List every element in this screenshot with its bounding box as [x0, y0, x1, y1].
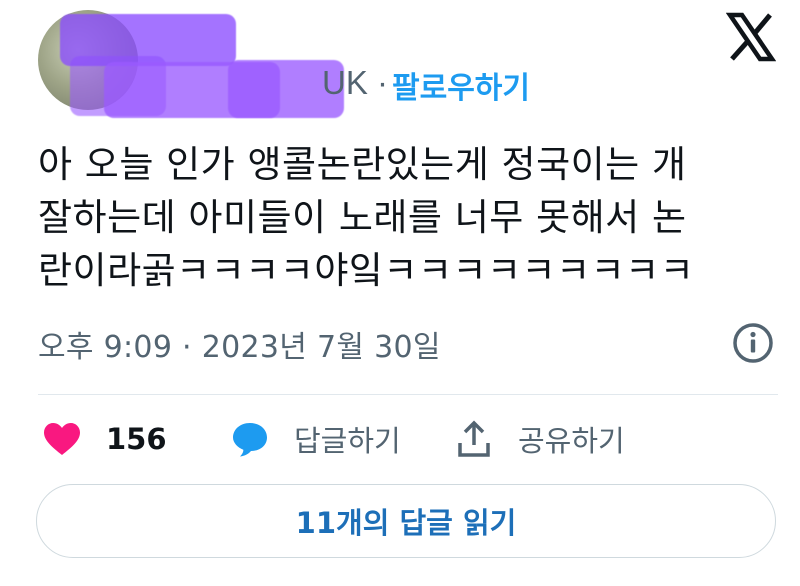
follow-button[interactable]: 팔로우하기 [392, 63, 530, 107]
like-button[interactable]: 156 [42, 414, 167, 464]
reply-button[interactable]: 답글하기 [230, 414, 401, 464]
heart-icon [44, 423, 80, 455]
like-count: 156 [106, 422, 167, 456]
tweet-text-line: 잘하는데 아미들이 노래를 너무 못해서 논 [38, 196, 687, 239]
speech-bubble-icon [233, 423, 267, 457]
x-logo-icon[interactable] [725, 12, 777, 62]
read-replies-button[interactable]: 11개의 답글 읽기 [36, 484, 776, 558]
tweet-card: UK · 팔로우하기 아 오늘 인가 앵콜논란있는게 정국이는 개 잘하는데 아… [0, 0, 800, 586]
tweet-text-line: 란이라곩ㅋㅋㅋㅋ야잌ㅋㅋㅋㅋㅋㅋㅋㅋㅋ [38, 249, 695, 292]
tweet-timestamp[interactable]: 오후 9:09 · 2023년 7월 30일 [38, 322, 441, 366]
user-handle[interactable]: UK · [322, 64, 388, 102]
divider [38, 394, 778, 395]
tweet-text-line: 아 오늘 인가 앵콜논란있는게 정국이는 개 [38, 143, 687, 186]
share-label: 공유하기 [518, 424, 625, 458]
tweet-text: 아 오늘 인가 앵콜논란있는게 정국이는 개 잘하는데 아미들이 노래를 너무 … [38, 138, 768, 297]
redaction-mark [60, 14, 236, 66]
reply-label: 답글하기 [294, 424, 401, 458]
share-icon [458, 420, 490, 457]
share-button[interactable]: 공유하기 [454, 414, 625, 464]
info-icon[interactable] [732, 322, 774, 364]
read-replies-label: 11개의 답글 읽기 [295, 506, 517, 540]
